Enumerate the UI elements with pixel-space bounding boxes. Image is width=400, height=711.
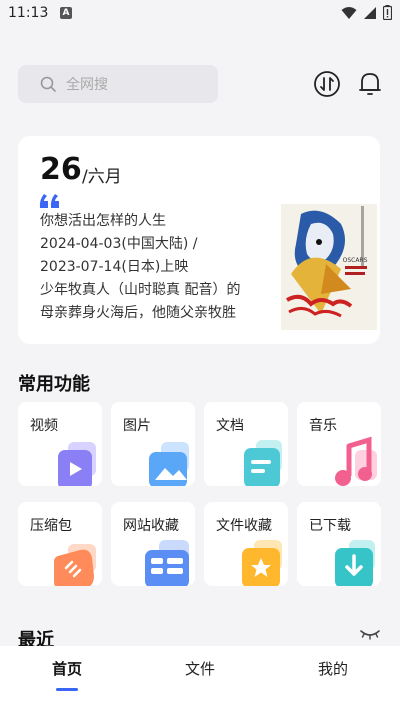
website-bookmark-icon: [145, 540, 189, 586]
status-time: 11:13: [8, 5, 49, 21]
battery-icon: [383, 5, 392, 20]
daily-line: 2024-04-03(中国大陆) /: [40, 236, 198, 252]
status-bar: 11:13 A: [0, 0, 400, 28]
bell-icon: [359, 73, 381, 95]
daily-line: 母亲葬身火海后，他随父亲牧胜: [40, 305, 236, 321]
tile-label: 已下载: [309, 518, 351, 534]
signal-icon: [364, 6, 376, 19]
music-icon: [335, 436, 377, 486]
tile-label: 视频: [30, 418, 58, 434]
daily-month: /六月: [82, 167, 122, 187]
document-icon: [244, 440, 282, 486]
tile-archive[interactable]: 压缩包: [18, 502, 102, 586]
tile-video[interactable]: 视频: [18, 402, 102, 486]
tile-music[interactable]: 音乐: [297, 402, 381, 486]
daily-description: 你想活出怎样的人生 2024-04-03(中国大陆) / 2023-07-14(…: [40, 210, 270, 325]
common-functions-title: 常用功能: [18, 374, 90, 395]
nav-files[interactable]: 文件: [170, 658, 230, 679]
wifi-icon: [341, 6, 357, 19]
nav-active-indicator: [56, 688, 78, 691]
search-placeholder: 全网搜: [66, 77, 108, 93]
daily-line: 少年牧真人（山时聪真 配音）的: [40, 282, 241, 298]
download-icon: [335, 540, 375, 586]
daily-line: 2023-07-14(日本)上映: [40, 259, 189, 275]
poster-art: OSCARS: [281, 204, 377, 330]
tile-file-bookmarks[interactable]: 文件收藏: [204, 502, 288, 586]
tile-label: 图片: [123, 418, 151, 434]
notification-icon: A: [60, 7, 72, 19]
nav-home[interactable]: 首页: [37, 658, 97, 679]
tile-label: 文件收藏: [216, 518, 272, 534]
quote-icon: [39, 194, 59, 208]
image-icon: [149, 442, 189, 486]
nav-mine[interactable]: 我的: [303, 658, 363, 679]
search-icon: [40, 76, 56, 92]
hide-eye-icon[interactable]: [360, 628, 380, 642]
notifications-button[interactable]: [356, 70, 384, 98]
bottom-navigation: 首页 文件 我的: [0, 646, 400, 711]
movie-poster: OSCARS: [281, 204, 377, 330]
archive-icon: [54, 544, 96, 586]
file-bookmark-icon: [242, 540, 282, 586]
tile-label: 音乐: [309, 418, 337, 434]
tile-label: 压缩包: [30, 518, 72, 534]
tile-downloaded[interactable]: 已下载: [297, 502, 381, 586]
daily-movie-card[interactable]: 26 /六月 你想活出怎样的人生 2024-04-03(中国大陆) / 2023…: [18, 136, 380, 344]
transfer-icon: [314, 71, 340, 97]
tile-document[interactable]: 文档: [204, 402, 288, 486]
transfer-button[interactable]: [313, 70, 341, 98]
tile-website-bookmarks[interactable]: 网站收藏: [111, 502, 195, 586]
tile-image[interactable]: 图片: [111, 402, 195, 486]
daily-title: 你想活出怎样的人生: [40, 213, 166, 229]
status-icons: [341, 5, 392, 20]
daily-day: 26: [40, 152, 82, 187]
search-bar[interactable]: 全网搜: [18, 65, 218, 103]
tile-label: 网站收藏: [123, 518, 179, 534]
tile-label: 文档: [216, 418, 244, 434]
video-icon: [58, 442, 96, 486]
